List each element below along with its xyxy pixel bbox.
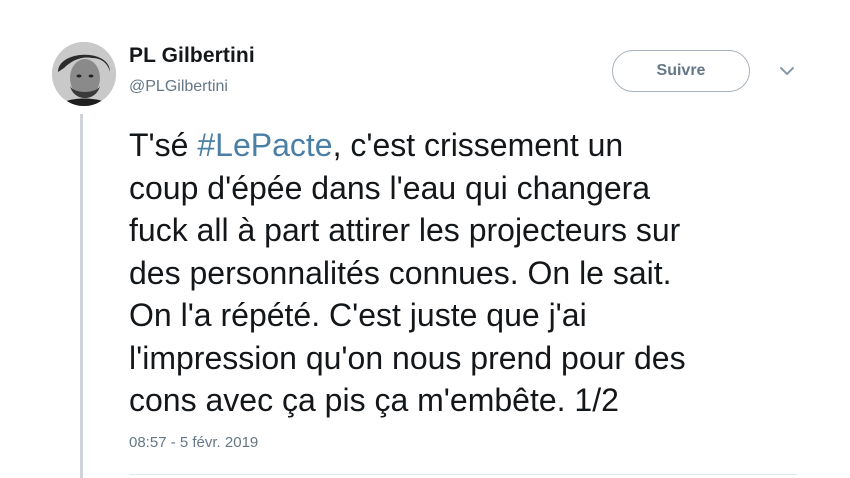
tweet-text-line: des personnalités connues. On le sait. [129, 254, 672, 291]
tweet-text-line: fuck all à part attirer les projecteurs … [129, 212, 681, 248]
avatar[interactable] [52, 42, 116, 106]
author-handle[interactable]: @PLGilbertini [129, 78, 228, 96]
author-display-name[interactable]: PL Gilbertini [129, 44, 255, 68]
tweet-text-line: coup d'épée dans l'eau qui changera [129, 169, 651, 206]
tweet-text: T'sé #LePacte, c'est crissement un coup … [129, 124, 829, 422]
tweet-text-line: On l'a répété. C'est juste que j'ai [129, 297, 587, 333]
thread-line [80, 114, 83, 478]
hashtag-link[interactable]: #LePacte [197, 127, 332, 163]
avatar-photo [52, 42, 116, 106]
divider [129, 474, 797, 475]
follow-button[interactable]: Suivre [612, 50, 750, 92]
tweet-text-line: cons avec ça pis ça m'embête. 1/2 [129, 382, 619, 418]
tweet-text-fragment: T'sé [129, 127, 198, 163]
tweet-timestamp[interactable]: 08:57 - 5 févr. 2019 [129, 434, 258, 451]
tweet-text-line: T'sé #LePacte, c'est crissement un [129, 124, 829, 167]
tweet-text-fragment: , c'est crissement un [332, 127, 624, 163]
tweet-card: PL Gilbertini @PLGilbertini Suivre T'sé … [0, 0, 850, 478]
chevron-down-icon[interactable] [778, 64, 796, 78]
tweet-text-line: l'impression qu'on nous prend pour des [129, 339, 686, 376]
